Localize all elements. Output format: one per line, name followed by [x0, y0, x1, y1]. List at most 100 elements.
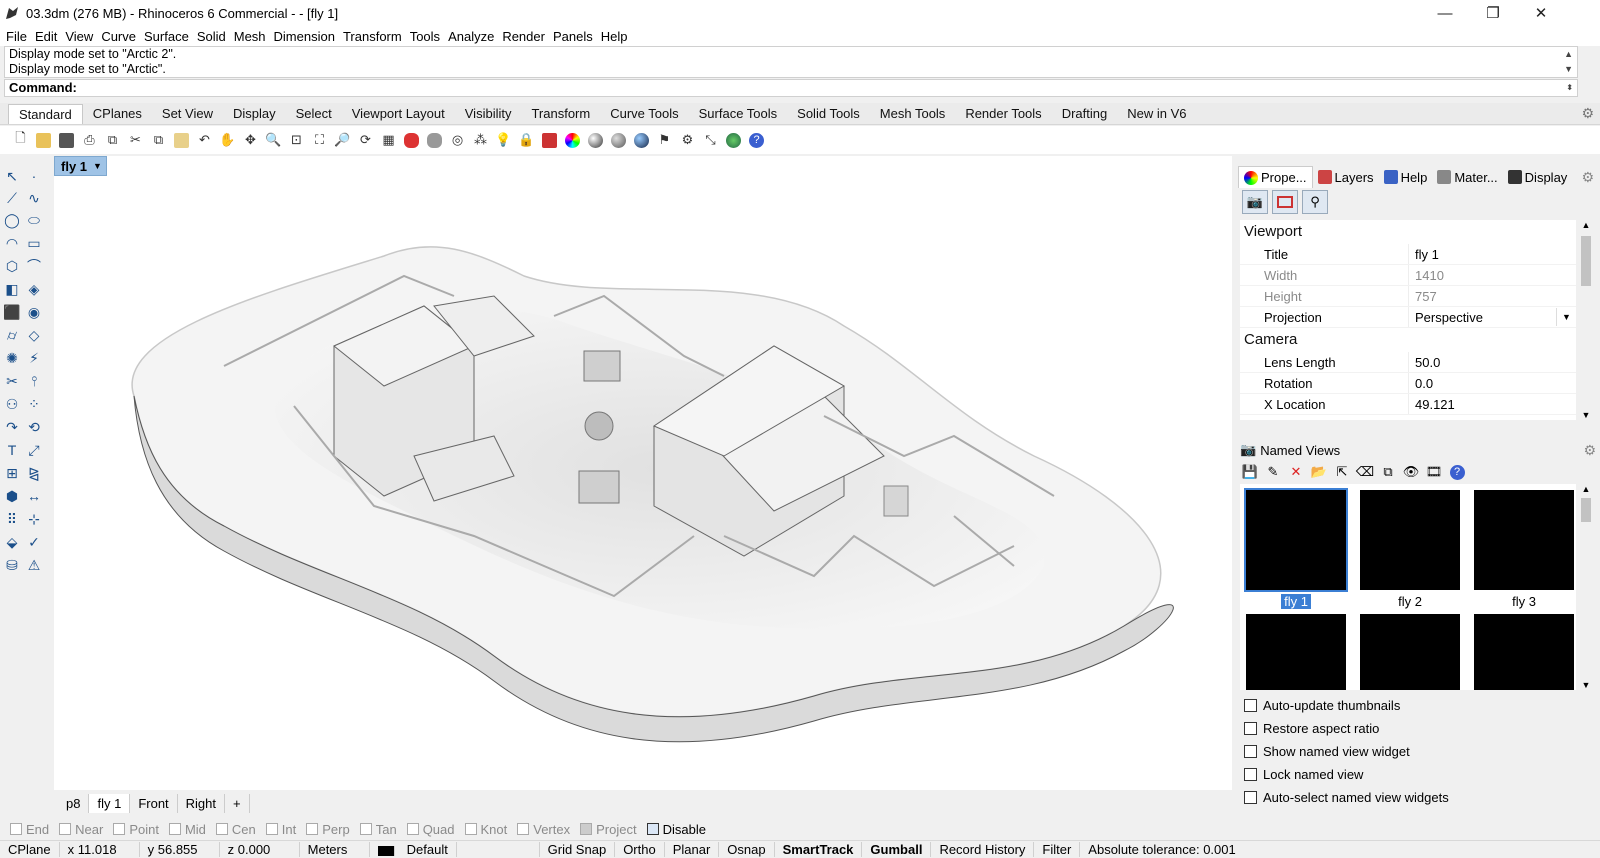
tab-cplanes[interactable]: CPlanes	[83, 104, 152, 124]
group-icon[interactable]: ⚇	[2, 394, 22, 414]
chevron-down-icon[interactable]: ▼	[1556, 308, 1576, 326]
scroll-thumb[interactable]	[1581, 498, 1591, 522]
chevron-down-icon[interactable]: ▼	[93, 161, 102, 171]
osnap-checkbox[interactable]	[580, 823, 593, 835]
status-grid-snap[interactable]: Grid Snap	[540, 842, 616, 857]
scroll-thumb[interactable]	[1581, 236, 1591, 286]
eye-icon[interactable]: 👁	[1401, 462, 1421, 482]
checkbox-box[interactable]	[1244, 699, 1257, 712]
help-icon[interactable]: ?	[746, 130, 767, 151]
viewport-title-tab[interactable]: fly 1 ▼	[54, 156, 107, 176]
menu-surface[interactable]: Surface	[142, 29, 195, 44]
osnap-checkbox[interactable]	[406, 823, 419, 835]
polyline-icon[interactable]: ⟋	[2, 188, 22, 208]
close-button[interactable]: ✕	[1518, 0, 1564, 26]
tab-visibility[interactable]: Visibility	[455, 104, 522, 124]
tab-transform[interactable]: Transform	[521, 104, 600, 124]
viewport-frame-icon[interactable]	[1272, 190, 1298, 214]
tab-help[interactable]: Help	[1379, 166, 1433, 188]
eraser-icon[interactable]: ⌫	[1355, 462, 1375, 482]
scroll-down-icon[interactable]: ▼	[1578, 410, 1594, 420]
status-gumball[interactable]: Gumball	[862, 842, 932, 857]
auto-select-widgets-checkbox[interactable]: Auto-select named view widgets	[1244, 786, 1584, 809]
checkbox-box[interactable]	[1244, 791, 1257, 804]
color-wheel-icon[interactable]	[562, 130, 583, 151]
warning-icon[interactable]: ⚠	[24, 555, 44, 575]
status-smarttrack[interactable]: SmartTrack	[775, 842, 863, 857]
command-history[interactable]: Display mode set to "Arctic 2". Display …	[4, 46, 1578, 78]
split-icon[interactable]: ⫯	[24, 371, 44, 391]
rotate-icon[interactable]: ⟲	[24, 417, 44, 437]
edit-view-icon[interactable]: ✎	[1263, 462, 1283, 482]
property-row-x-location[interactable]: X Location 49.121	[1240, 394, 1576, 415]
maximize-button[interactable]: ❐	[1470, 0, 1516, 26]
scale-icon-left[interactable]: ⤢	[24, 440, 44, 460]
render-sphere-icon[interactable]	[631, 130, 652, 151]
menu-file[interactable]: File	[4, 29, 33, 44]
zoom-window-icon[interactable]: ⊡	[286, 130, 307, 151]
surface-edit-icon[interactable]: ◈	[24, 279, 44, 299]
save-view-icon[interactable]: 💾	[1240, 462, 1260, 482]
tab-layers[interactable]: Layers	[1313, 166, 1379, 188]
tab-drafting[interactable]: Drafting	[1052, 104, 1118, 124]
new-file-icon[interactable]: 🗋	[10, 130, 31, 151]
named-view-thumb-fly-3[interactable]: fly 3	[1474, 490, 1574, 609]
tab-viewport-layout[interactable]: Viewport Layout	[342, 104, 455, 124]
zoom-icon[interactable]: 🔍	[263, 130, 284, 151]
select-view-icon[interactable]: ⇱	[1332, 462, 1352, 482]
point-icon[interactable]: ·	[24, 166, 44, 186]
globe-icon[interactable]	[723, 130, 744, 151]
command-spin-icon[interactable]: ⬍	[1566, 80, 1573, 96]
tab-curve-tools[interactable]: Curve Tools	[600, 104, 688, 124]
tab-display[interactable]: Display	[223, 104, 286, 124]
car-grey-icon[interactable]	[424, 130, 445, 151]
osnap-checkbox[interactable]	[646, 823, 659, 835]
copy-view-icon[interactable]: ⧉	[1378, 462, 1398, 482]
osnap-checkbox[interactable]	[113, 823, 126, 835]
viewport-fly-1[interactable]	[54, 156, 1232, 790]
layer-tool-icon[interactable]: ⛁	[2, 555, 22, 575]
osnap-project[interactable]: Project	[580, 822, 637, 837]
scroll-down-icon[interactable]: ▼	[1578, 680, 1594, 690]
undo-icon[interactable]: ↶	[194, 130, 215, 151]
property-row-lens[interactable]: Lens Length 50.0	[1240, 352, 1576, 373]
solid-edit-icon[interactable]: ⬢	[2, 486, 22, 506]
status-planar[interactable]: Planar	[665, 842, 720, 857]
fillet-curve-icon[interactable]: ⌒	[24, 256, 44, 276]
grid-points-icon[interactable]: ⠿	[2, 509, 22, 529]
menu-transform[interactable]: Transform	[341, 29, 408, 44]
fillet-icon[interactable]: ↷	[2, 417, 22, 437]
restore-aspect-ratio-checkbox[interactable]: Restore aspect ratio	[1244, 717, 1584, 740]
import-icon[interactable]: ⧉	[102, 130, 123, 151]
osnap-tan[interactable]: Tan	[359, 822, 397, 837]
osnap-vertex[interactable]: Vertex	[517, 822, 570, 837]
tab-new-in-v6[interactable]: New in V6	[1117, 104, 1196, 124]
circle-icon[interactable]: ◯	[2, 210, 22, 230]
rendered-sphere-icon[interactable]	[608, 130, 629, 151]
checkbox-box[interactable]	[1244, 745, 1257, 758]
film-icon[interactable]: 🎞	[1424, 462, 1444, 482]
move-icon[interactable]: ✥	[240, 130, 261, 151]
ellipse-icon[interactable]: ⬭	[24, 210, 44, 230]
viewport-tab-right[interactable]: Right	[178, 793, 226, 813]
zoom-selected-icon[interactable]: 🔎	[332, 130, 353, 151]
scale-icon[interactable]: ⤡	[700, 130, 721, 151]
menu-help[interactable]: Help	[599, 29, 634, 44]
materials-icon[interactable]	[539, 130, 560, 151]
lens-value[interactable]: 50.0	[1408, 352, 1576, 372]
osnap-end[interactable]: End	[10, 822, 49, 837]
osnap-checkbox[interactable]	[517, 823, 530, 835]
surface-icon[interactable]: ◧	[2, 279, 22, 299]
tab-display[interactable]: Display	[1503, 166, 1573, 188]
menu-tools[interactable]: Tools	[408, 29, 446, 44]
shaded-sphere-icon[interactable]	[585, 130, 606, 151]
tab-mesh-tools[interactable]: Mesh Tools	[870, 104, 956, 124]
open-folder-icon[interactable]: 📂	[1309, 462, 1329, 482]
projection-select[interactable]: Perspective ▼	[1408, 307, 1576, 327]
checkbox-box[interactable]	[1244, 722, 1257, 735]
osnap-checkbox[interactable]	[265, 823, 278, 835]
tab-surface-tools[interactable]: Surface Tools	[689, 104, 788, 124]
osnap-checkbox[interactable]	[168, 823, 181, 835]
osnap-int[interactable]: Int	[265, 822, 296, 837]
osnap-quad[interactable]: Quad	[406, 822, 455, 837]
